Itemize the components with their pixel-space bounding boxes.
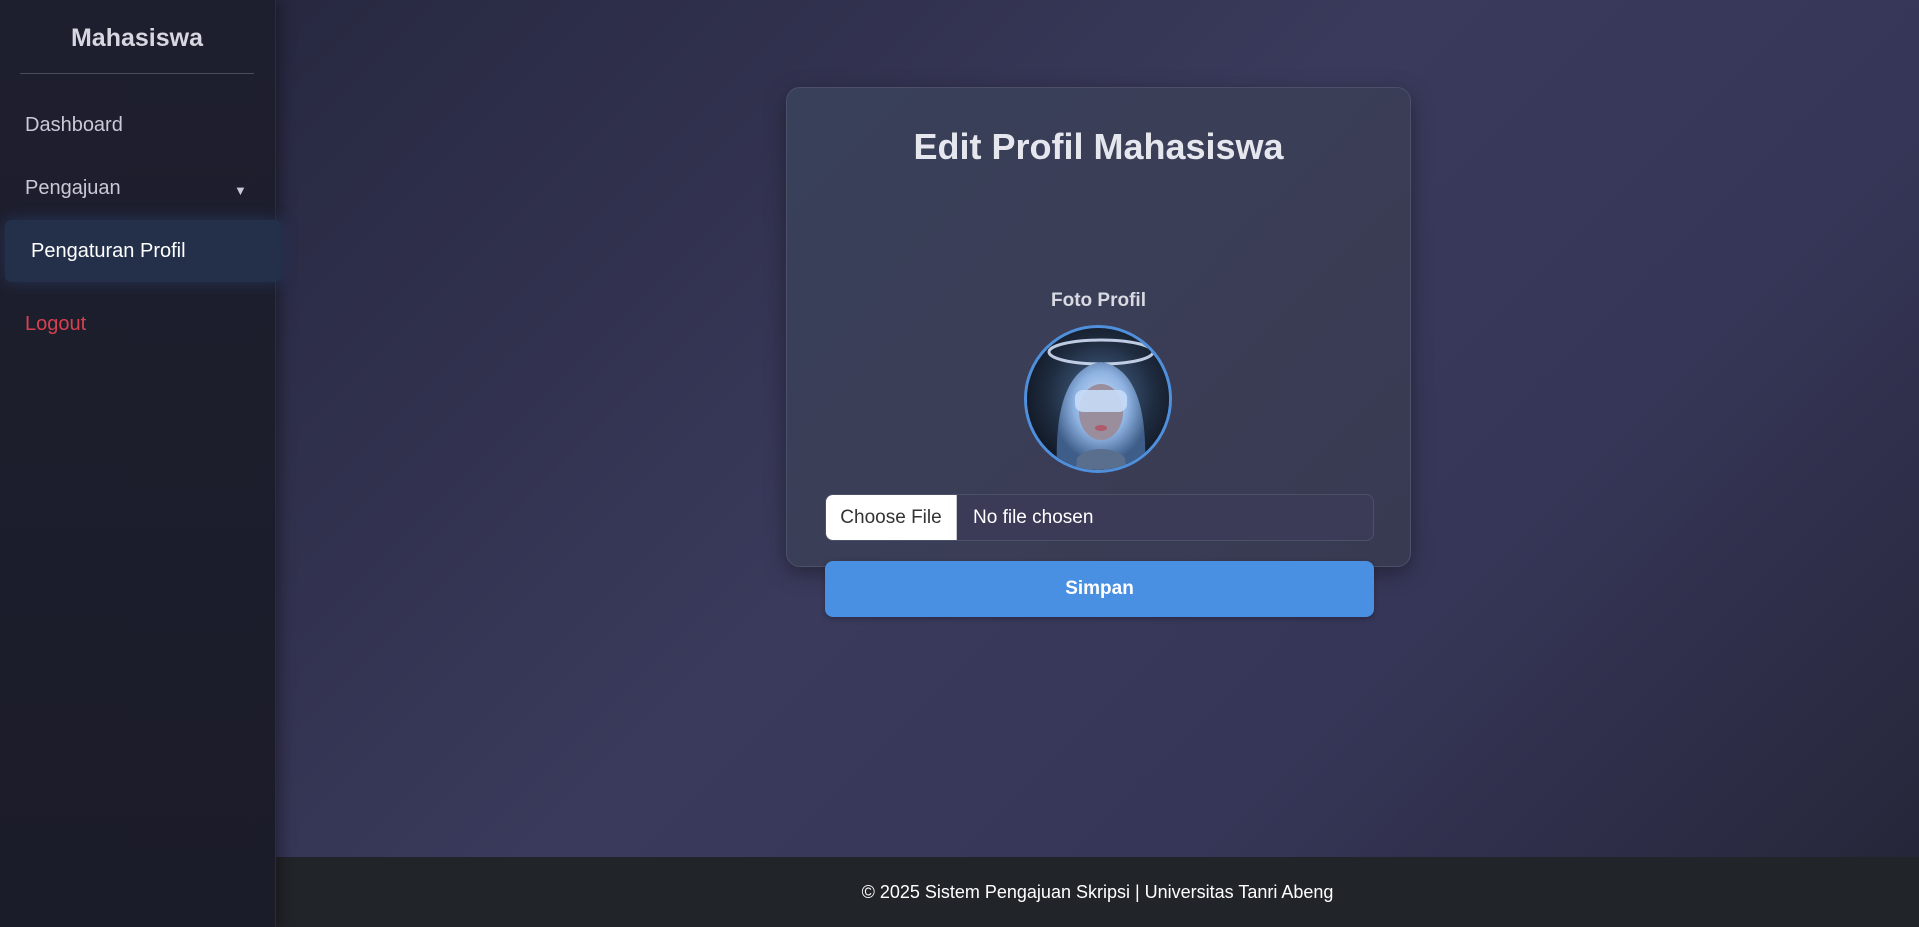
sidebar-title: Mahasiswa (70, 24, 203, 52)
choose-file-button[interactable]: Choose File (826, 495, 957, 540)
sidebar-item-logout[interactable]: Logout (25, 313, 86, 336)
file-status-text: No file chosen (973, 507, 1094, 528)
sidebar: Mahasiswa Dashboard Pengajuan ▼ Pengatur… (0, 0, 281, 927)
sidebar-item-pengajuan[interactable]: Pengajuan (25, 177, 245, 200)
sidebar-item-dashboard[interactable]: Dashboard (25, 114, 123, 137)
page-title: Edit Profil Mahasiswa (913, 126, 1284, 167)
photo-label: Foto Profil (1051, 290, 1146, 311)
sidebar-item-label: Pengaturan Profil (31, 240, 186, 262)
profile-photo-file-input[interactable]: Choose File No file chosen (825, 494, 1374, 541)
sidebar-divider (20, 73, 254, 74)
footer-text: © 2025 Sistem Pengajuan Skripsi | Univer… (861, 881, 1334, 902)
main-content: Edit Profil Mahasiswa Foto Profil Choose… (276, 0, 1919, 857)
save-button[interactable]: Simpan (825, 561, 1374, 617)
footer: © 2025 Sistem Pengajuan Skripsi | Univer… (276, 857, 1919, 927)
avatar (1024, 325, 1172, 473)
edit-profile-card: Edit Profil Mahasiswa Foto Profil Choose… (786, 87, 1411, 617)
caret-down-icon[interactable]: ▼ (234, 183, 247, 198)
avatar-image (1027, 328, 1169, 470)
sidebar-item-pengaturan-profil[interactable]: Pengaturan Profil (5, 220, 281, 282)
app-window: Mahasiswa Dashboard Pengajuan ▼ Pengatur… (0, 0, 1919, 927)
